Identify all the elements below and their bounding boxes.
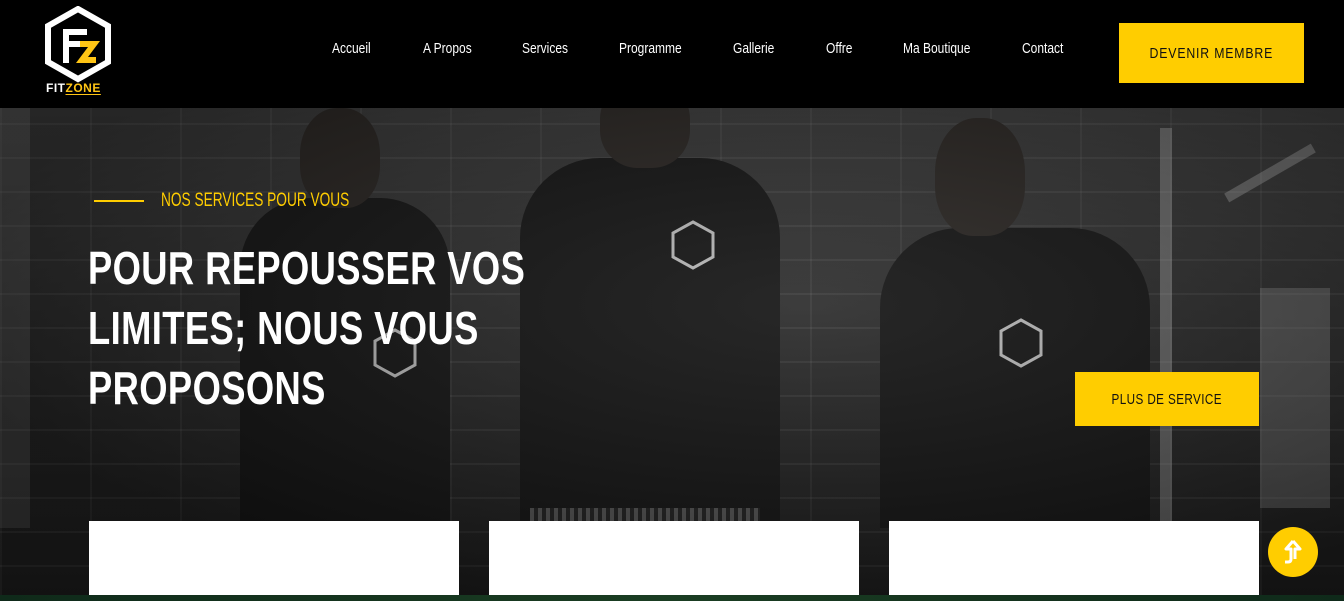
hero-section: NOS SERVICES POUR VOUS POUR REPOUSSER VO… [0,108,1344,601]
nav-item-contact[interactable]: Contact [1022,40,1063,57]
more-services-label: PLUS DE SERVICE [1111,390,1223,408]
nav-item-services[interactable]: Services [522,40,568,57]
nav-item-gallerie[interactable]: Gallerie [733,40,774,57]
headline-line-1: POUR REPOUSSER VOS [88,242,526,294]
nav-item-accueil[interactable]: Accueil [332,40,371,57]
logo-zone-text: ZONE [65,81,101,95]
fitzone-logo[interactable]: FITZONE [44,6,112,96]
eyebrow-text: NOS SERVICES POUR VOUS [161,190,350,211]
nav-item-programme[interactable]: Programme [619,40,682,57]
fitzone-logo-icon [45,6,111,83]
service-card-2[interactable] [489,521,859,601]
hero-eyebrow: NOS SERVICES POUR VOUS [94,190,423,212]
more-services-button[interactable]: PLUS DE SERVICE [1075,372,1259,426]
eyebrow-divider [94,200,144,202]
nav-item-a-propos[interactable]: A Propos [423,40,472,57]
scroll-to-top-button[interactable] [1268,527,1318,577]
logo-wordmark: FITZONE [46,81,112,95]
logo-fit-text: FIT [46,81,66,95]
headline-line-3: PROPOSONS [88,362,326,414]
become-member-button[interactable]: DEVENIR MEMBRE [1119,23,1304,83]
headline-line-2: LIMITES; NOUS VOUS [88,302,479,354]
become-member-label: DEVENIR MEMBRE [1149,44,1274,62]
next-section-strip [0,595,1344,601]
arrow-up-icon [1284,540,1302,564]
hero-headline: POUR REPOUSSER VOS LIMITES; NOUS VOUS PR… [88,238,558,418]
service-card-3[interactable] [889,521,1259,601]
service-card-1[interactable] [89,521,459,601]
site-header: FITZONE Accueil A Propos Services Progra… [0,0,1344,108]
nav-item-ma-boutique[interactable]: Ma Boutique [903,40,970,57]
nav-item-offre[interactable]: Offre [826,40,852,57]
